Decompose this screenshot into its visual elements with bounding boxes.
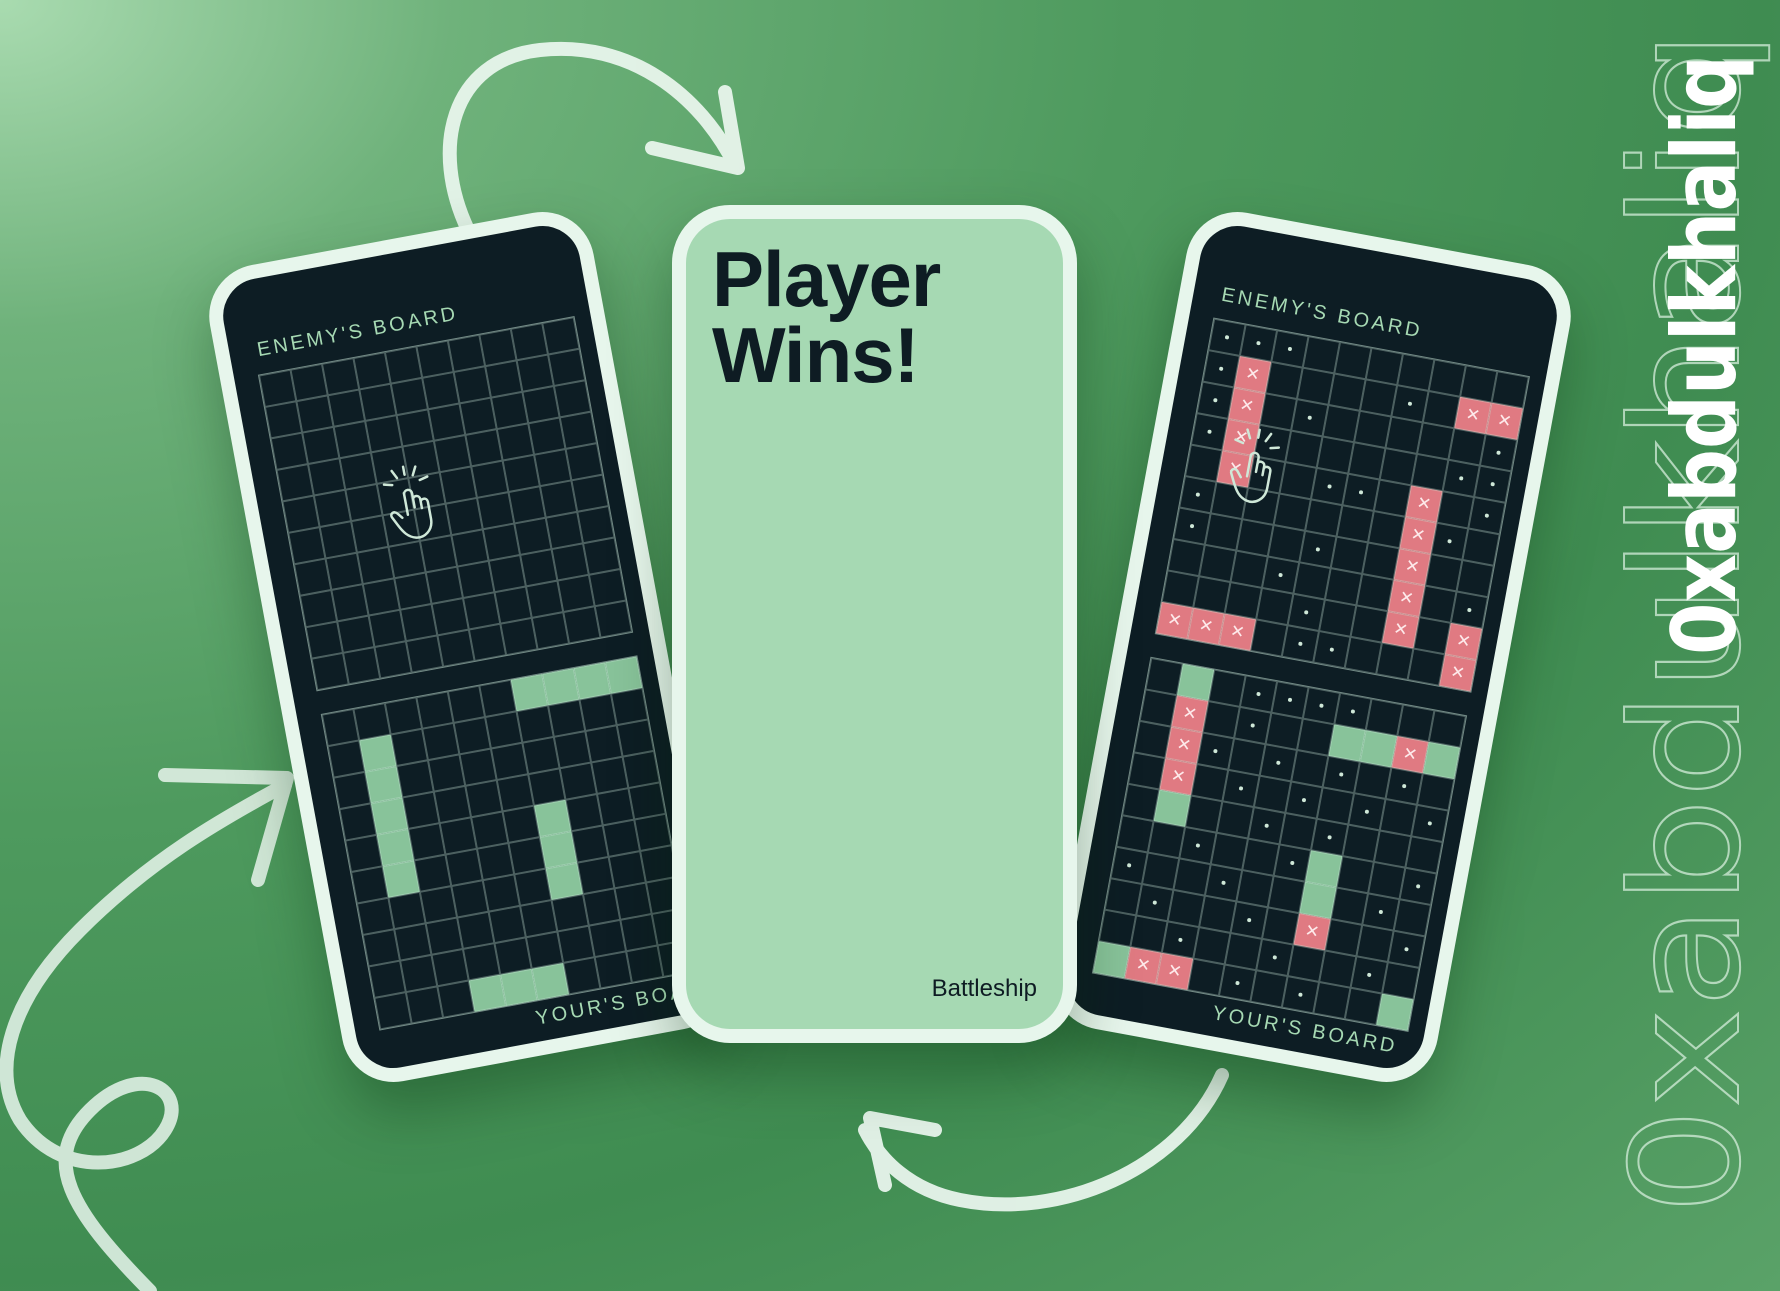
- center-phone-win-screen: Player Wins! Battleship: [672, 205, 1077, 1043]
- enemy-board-grid[interactable]: [1154, 317, 1531, 693]
- your-board-grid: [1091, 656, 1468, 1033]
- top-arrow: [442, 41, 742, 237]
- board-cell-hit[interactable]: [1439, 654, 1477, 692]
- brand-handle: 0xabdulkhaliq: [1653, 55, 1756, 655]
- enemy-board-grid[interactable]: [257, 316, 634, 692]
- brand-watermark: 0xabdulkhaliq 0xabdulkhaliq: [1599, 29, 1775, 1216]
- bottom-arrow: [858, 1068, 1229, 1212]
- board-cell[interactable]: [594, 600, 632, 638]
- board-cell-ship: [1376, 993, 1414, 1031]
- win-title-line2: Wins!: [712, 311, 920, 399]
- win-title: Player Wins!: [712, 240, 941, 394]
- your-board-grid: [320, 655, 697, 1031]
- win-title-line1: Player: [712, 235, 941, 323]
- left-squiggle: [0, 778, 292, 1291]
- app-name: Battleship: [931, 975, 1037, 1002]
